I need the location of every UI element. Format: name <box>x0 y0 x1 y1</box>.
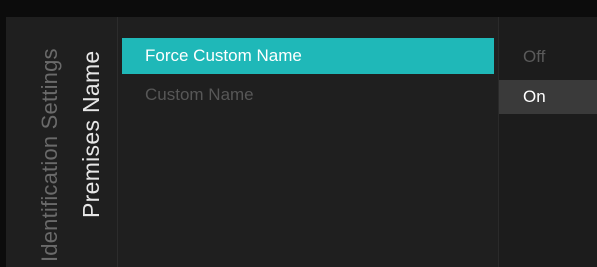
option-list: Off On <box>498 17 597 267</box>
breadcrumb: Identification Settings Premises Name <box>6 17 118 267</box>
option-off[interactable]: Off <box>499 40 597 74</box>
option-on[interactable]: On <box>499 80 597 114</box>
settings-screen: Identification Settings Premises Name Fo… <box>0 0 597 267</box>
menu-item-custom-name: Custom Name <box>145 85 254 104</box>
settings-panel: Identification Settings Premises Name Fo… <box>6 17 597 267</box>
settings-menu: Force Custom Name Custom Name <box>118 17 498 267</box>
breadcrumb-current: Premises Name <box>78 50 104 219</box>
breadcrumb-parent[interactable]: Identification Settings <box>37 48 63 262</box>
menu-item-force-custom-name[interactable]: Force Custom Name <box>122 38 494 74</box>
